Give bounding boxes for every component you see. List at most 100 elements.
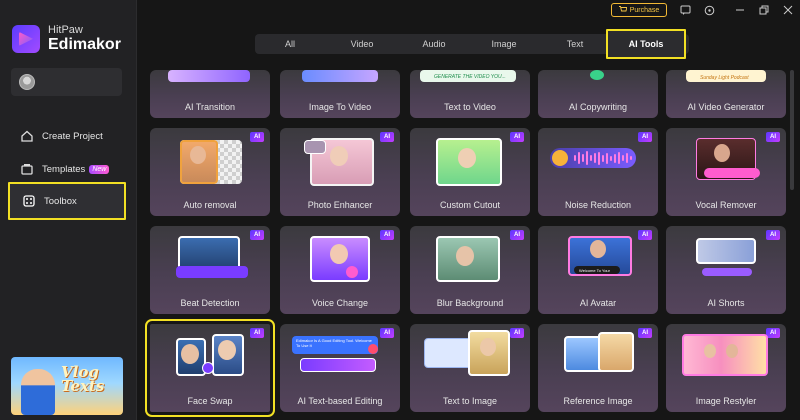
settings-icon[interactable] <box>703 4 715 16</box>
tool-card-image-to-video[interactable]: Image To Video <box>280 70 400 118</box>
tool-card-voice-change[interactable]: AI Voice Change <box>280 226 400 314</box>
ai-badge: AI <box>766 230 780 240</box>
thumbnail-prompt-text: GENERATE THE VIDEO YOU... <box>420 70 516 82</box>
close-icon[interactable] <box>782 4 794 16</box>
avatar[interactable] <box>19 74 35 90</box>
portrait-face-image <box>190 146 206 164</box>
sidebar-item-toolbox[interactable]: Toolbox <box>8 182 126 220</box>
ai-badge: AI <box>510 328 524 338</box>
tool-card-vocal-remover[interactable]: AI Vocal Remover <box>666 128 786 216</box>
purchase-label: Purchase <box>629 6 660 14</box>
singer-face-image <box>714 144 730 162</box>
vocal-track-image <box>704 168 760 178</box>
promo-banner[interactable]: Vlog Texts <box>11 357 123 415</box>
tool-card-photo-enhancer[interactable]: AI Photo Enhancer <box>280 128 400 216</box>
sidebar-item-create-project[interactable]: Create Project <box>8 122 126 150</box>
tool-card-label: Text to Image <box>442 396 498 406</box>
tool-card-label: Blur Background <box>436 298 504 308</box>
tool-card-blur-background[interactable]: AI Blur Background <box>410 226 530 314</box>
tool-card-label: Auto removal <box>183 200 237 210</box>
account-bar[interactable] <box>11 68 122 96</box>
templates-icon <box>20 162 34 176</box>
tab-video[interactable]: Video <box>337 34 387 54</box>
tool-card-noise-reduction[interactable]: AI Noise Reduction <box>538 128 658 216</box>
portrait-face-image <box>456 246 474 266</box>
tool-card-label: Image To Video <box>308 102 372 112</box>
tool-card-ai-avatar[interactable]: AI Welcome To Your AI Avatar <box>538 226 658 314</box>
promo-character-image <box>21 369 55 415</box>
tool-card-label: Image Restyler <box>695 396 757 406</box>
source-face-image-inner <box>181 344 199 364</box>
restyled-scene-image <box>682 334 768 376</box>
promo-title: Vlog Texts <box>61 364 104 394</box>
transcript-text-image: Edimakor Is A Good Editing Tool. Welcome… <box>292 336 378 354</box>
brand: HitPaw Edimakor <box>12 24 121 54</box>
tool-card-text-to-video[interactable]: GENERATE THE VIDEO YOU... Text to Video <box>410 70 530 118</box>
thumbnail-image <box>590 70 604 80</box>
tool-card-ai-text-based-editing[interactable]: AI Edimakor Is A Good Editing Tool. Welc… <box>280 324 400 412</box>
minimize-icon[interactable] <box>734 4 746 16</box>
ai-badge: AI <box>638 132 652 142</box>
tab-audio[interactable]: Audio <box>409 34 459 54</box>
tool-card-auto-removal[interactable]: AI Auto removal <box>150 128 270 216</box>
clip-strip-image <box>300 358 376 372</box>
ai-badge: AI <box>380 328 394 338</box>
tool-card-label: AI Shorts <box>707 298 745 308</box>
top-bar: Purchase <box>137 0 800 24</box>
scrollbar[interactable] <box>790 70 794 190</box>
target-face-image-inner <box>218 340 236 360</box>
tab-image[interactable]: Image <box>479 34 529 54</box>
portrait-face-image <box>458 148 476 168</box>
ai-badge: AI <box>250 230 264 240</box>
tool-card-image-restyler[interactable]: AI Image Restyler <box>666 324 786 412</box>
new-badge: New <box>89 164 110 174</box>
avatar-face-image <box>590 240 606 258</box>
tool-card-ai-shorts[interactable]: AI AI Shorts <box>666 226 786 314</box>
tab-text[interactable]: Text <box>550 34 600 54</box>
sidebar: HitPaw Edimakor Create Project Templates… <box>0 0 137 420</box>
sidebar-item-templates[interactable]: Templates New <box>8 155 126 183</box>
portrait-face-image <box>330 244 348 264</box>
delete-icon <box>368 344 378 354</box>
shorts-strip-image <box>696 238 756 264</box>
tab-ai-tools[interactable]: AI Tools <box>606 29 686 59</box>
tool-card-ai-video-generator[interactable]: Sunday Light Podcast AI Video Generator <box>666 70 786 118</box>
sidebar-item-label: Toolbox <box>44 195 77 207</box>
tab-all[interactable]: All <box>265 34 315 54</box>
feedback-icon[interactable] <box>679 4 691 16</box>
tool-card-face-swap[interactable]: AI Face Swap <box>145 319 275 417</box>
tool-card-label: AI Text-based Editing <box>297 396 383 406</box>
ai-badge: AI <box>250 328 264 338</box>
tool-card-beat-detection[interactable]: AI Beat Detection <box>150 226 270 314</box>
tool-card-reference-image[interactable]: AI Reference Image <box>538 324 658 412</box>
ai-badge: AI <box>510 230 524 240</box>
ai-badge: AI <box>250 132 264 142</box>
tool-card-label: Custom Cutout <box>439 200 501 210</box>
ai-badge: AI <box>766 132 780 142</box>
before-thumbnail-image <box>304 140 326 154</box>
tool-card-label: Photo Enhancer <box>307 200 373 210</box>
result-photo-image <box>598 332 634 372</box>
cart-icon <box>618 5 628 15</box>
waveform-icon <box>574 150 632 166</box>
tool-card-label: Face Swap <box>187 396 233 406</box>
tool-card-label: AI Avatar <box>579 298 617 308</box>
person-1-image <box>704 344 716 358</box>
ai-badge: AI <box>766 328 780 338</box>
purchase-button[interactable]: Purchase <box>611 3 667 17</box>
tool-card-custom-cutout[interactable]: AI Custom Cutout <box>410 128 530 216</box>
ai-badge: AI <box>638 230 652 240</box>
tool-card-text-to-image[interactable]: AI Text to Image <box>410 324 530 412</box>
avatar-caption: Welcome To Your <box>574 266 620 274</box>
home-icon <box>20 129 34 143</box>
ai-badge: AI <box>380 230 394 240</box>
restore-icon[interactable] <box>758 4 770 16</box>
tool-card-ai-transition[interactable]: AI Transition <box>150 70 270 118</box>
tool-card-label: AI Transition <box>184 102 236 112</box>
tool-card-ai-copywriting[interactable]: AI Copywriting <box>538 70 658 118</box>
edimakor-logo-icon <box>12 24 40 53</box>
tool-card-label: Noise Reduction <box>564 200 632 210</box>
tool-card-label: Text to Video <box>444 102 496 112</box>
swap-icon <box>202 362 214 374</box>
sidebar-item-label: Create Project <box>42 130 103 142</box>
